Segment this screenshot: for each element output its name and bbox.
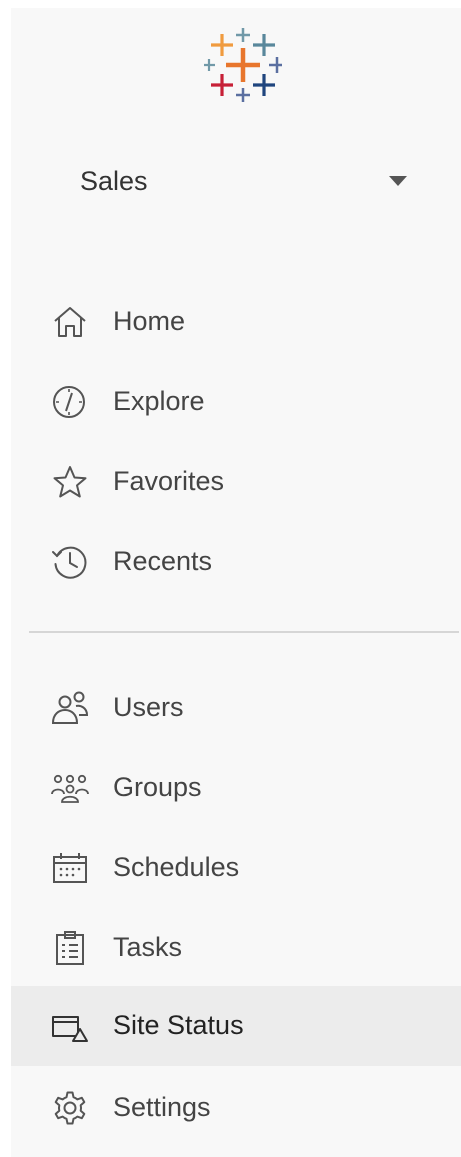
- tableau-logo-icon: [203, 28, 285, 102]
- nav-label-site-status: Site Status: [113, 1010, 244, 1040]
- star-icon: [50, 464, 90, 500]
- site-status-icon: [50, 1008, 90, 1044]
- tableau-logo[interactable]: [203, 26, 285, 104]
- nav-item-home[interactable]: Home: [11, 282, 461, 362]
- nav-label-recents: Recents: [113, 546, 213, 576]
- nav-item-schedules[interactable]: Schedules: [11, 828, 461, 908]
- nav-label-groups: Groups: [113, 772, 202, 802]
- nav-item-tasks[interactable]: Tasks: [11, 908, 461, 988]
- history-icon: [50, 544, 90, 580]
- nav-item-explore[interactable]: Explore: [11, 362, 461, 442]
- nav-item-site-status[interactable]: Site Status: [11, 986, 461, 1066]
- compass-icon: [50, 384, 90, 420]
- groups-icon: [50, 770, 90, 806]
- nav-label-schedules: Schedules: [113, 852, 240, 882]
- site-name: Sales: [80, 166, 148, 196]
- nav-item-users[interactable]: Users: [11, 668, 461, 748]
- home-icon: [50, 304, 90, 340]
- nav-label-favorites: Favorites: [113, 466, 225, 496]
- site-selector[interactable]: Sales: [11, 154, 461, 214]
- nav-item-groups[interactable]: Groups: [11, 748, 461, 828]
- nav-label-home: Home: [113, 306, 186, 336]
- nav-label-users: Users: [113, 692, 184, 722]
- gear-icon: [50, 1090, 90, 1126]
- nav-label-tasks: Tasks: [113, 932, 183, 962]
- nav-item-settings[interactable]: Settings: [11, 1068, 461, 1148]
- nav-label-settings: Settings: [113, 1092, 211, 1122]
- calendar-icon: [50, 850, 90, 886]
- nav-divider: [29, 631, 459, 633]
- caret-down-icon: [389, 176, 407, 186]
- nav-item-favorites[interactable]: Favorites: [11, 442, 461, 522]
- users-icon: [50, 690, 90, 726]
- nav-label-explore: Explore: [113, 386, 205, 416]
- nav-item-recents[interactable]: Recents: [11, 522, 461, 602]
- clipboard-icon: [50, 930, 90, 966]
- side-navigation-panel: Sales Home Explore Favorites Recents Use…: [11, 8, 461, 1157]
